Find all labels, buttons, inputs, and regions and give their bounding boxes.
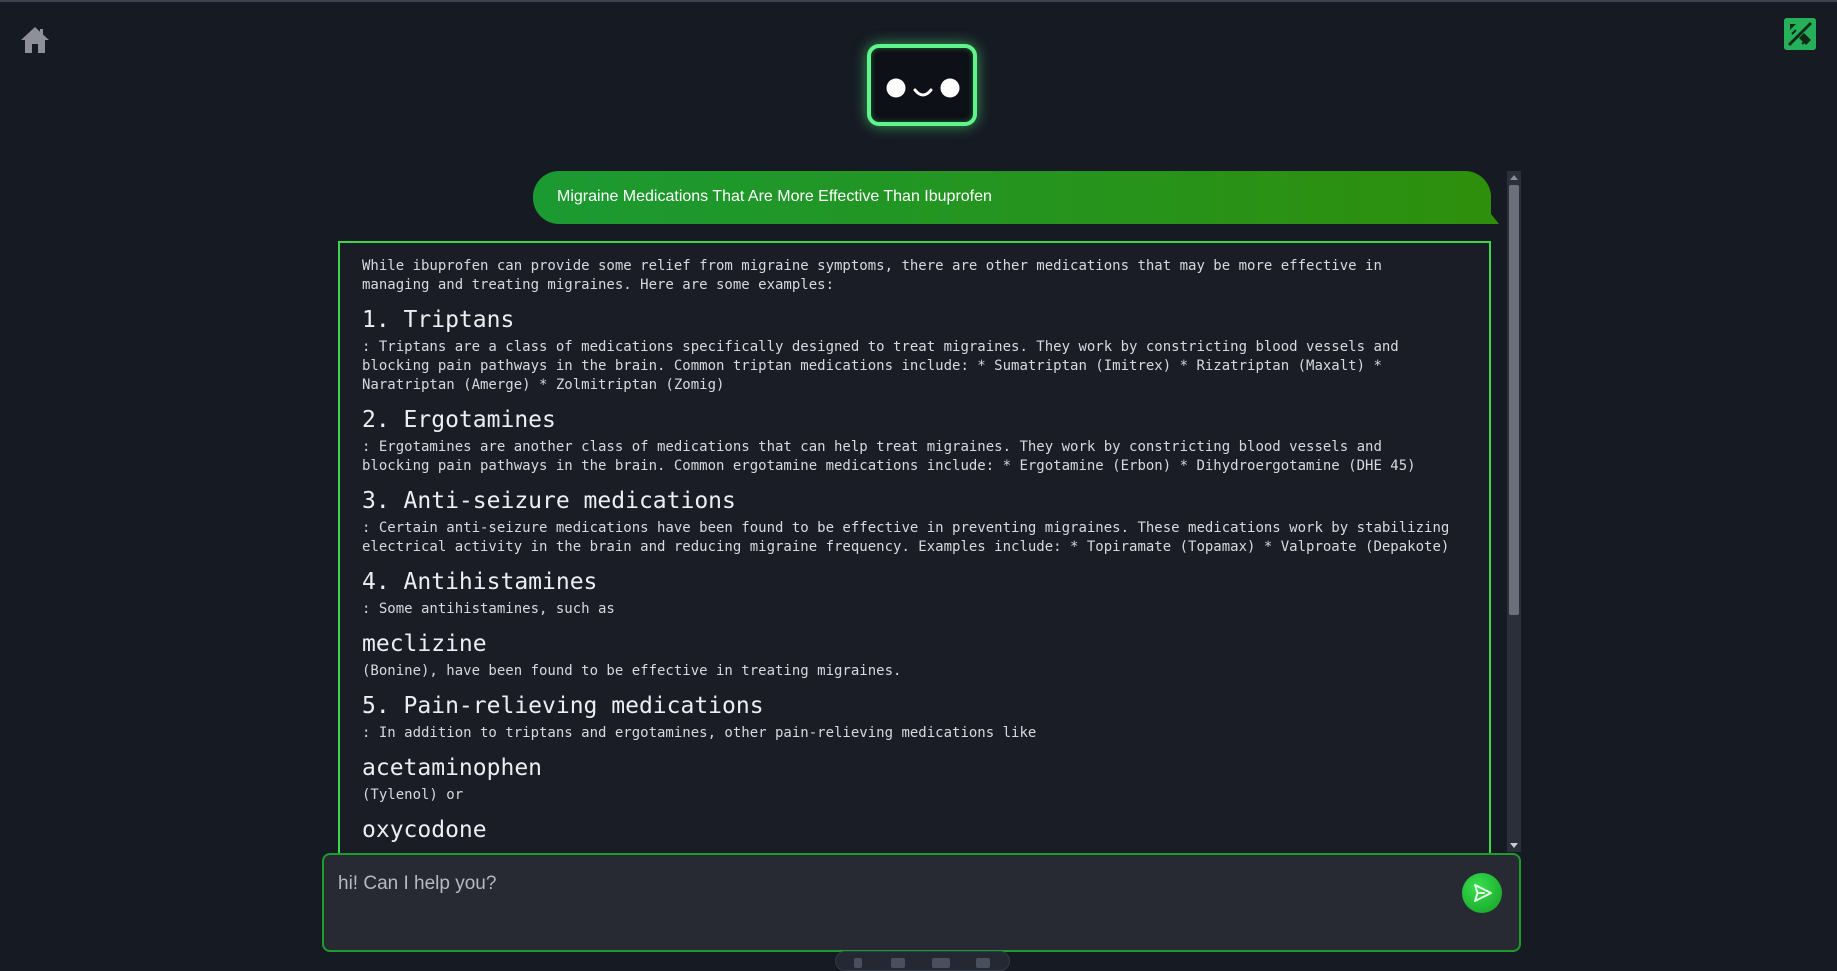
- chat-scrollbar[interactable]: [1507, 171, 1521, 852]
- section-text-triptans: : Triptans are a class of medications sp…: [362, 339, 1399, 393]
- section-heading-pain-relieving: 5. Pain-relieving medications: [362, 693, 764, 719]
- section-heading-oxycodone: oxycodone: [362, 817, 487, 843]
- toolbar-list-icon[interactable]: [932, 958, 950, 968]
- section-heading-triptans: 1. Triptans: [362, 307, 515, 333]
- user-bubble-tail: [1491, 214, 1499, 224]
- edit-brush-button[interactable]: [1784, 18, 1816, 50]
- robot-face-icon: [886, 78, 960, 98]
- section-text-antihistamines: : Some antihistamines, such as: [362, 601, 615, 617]
- section-text-anti-seizure: : Certain anti-seizure medications have …: [362, 520, 1450, 555]
- window-top-border: [0, 0, 1837, 2]
- send-button[interactable]: [1462, 873, 1502, 913]
- section-heading-antihistamines: 4. Antihistamines: [362, 569, 598, 595]
- scrollbar-thumb[interactable]: [1509, 185, 1519, 615]
- home-icon: [21, 27, 49, 53]
- section-heading-meclizine: meclizine: [362, 631, 487, 657]
- section-text-pain-relieving: : In addition to triptans and ergotamine…: [362, 725, 1037, 741]
- user-message-bubble[interactable]: Migraine Medications That Are More Effec…: [533, 171, 1491, 224]
- section-text-acetaminophen: (Tylenol) or: [362, 787, 464, 803]
- section-heading-anti-seizure: 3. Anti-seizure medications: [362, 488, 736, 514]
- home-button[interactable]: [19, 25, 51, 55]
- section-text-meclizine: (Bonine), have been found to be effectiv…: [362, 663, 902, 679]
- scroll-down-arrow-icon[interactable]: [1510, 843, 1518, 848]
- message-input-box[interactable]: [322, 853, 1521, 952]
- edit-brush-icon: [1784, 18, 1816, 50]
- bot-intro-text: While ibuprofen can provide some relief …: [362, 258, 1382, 293]
- user-message-text: Migraine Medications That Are More Effec…: [557, 188, 992, 205]
- toolbar-settings-icon[interactable]: [891, 958, 905, 968]
- toolbar-heart-icon[interactable]: [976, 958, 990, 968]
- bot-response-panel: While ibuprofen can provide some relief …: [338, 241, 1491, 853]
- chat-scroll-area[interactable]: Migraine Medications That Are More Effec…: [338, 170, 1521, 853]
- message-input[interactable]: [338, 869, 1438, 899]
- send-icon: [1474, 884, 1492, 902]
- scroll-up-arrow-icon[interactable]: [1510, 175, 1518, 180]
- toolbar-mic-icon[interactable]: [854, 958, 862, 968]
- section-text-ergotamines: : Ergotamines are another class of medic…: [362, 439, 1416, 474]
- section-heading-acetaminophen: acetaminophen: [362, 755, 543, 781]
- bot-avatar: [867, 44, 977, 126]
- section-heading-ergotamines: 2. Ergotamines: [362, 407, 556, 433]
- bottom-toolbar: [835, 951, 1010, 971]
